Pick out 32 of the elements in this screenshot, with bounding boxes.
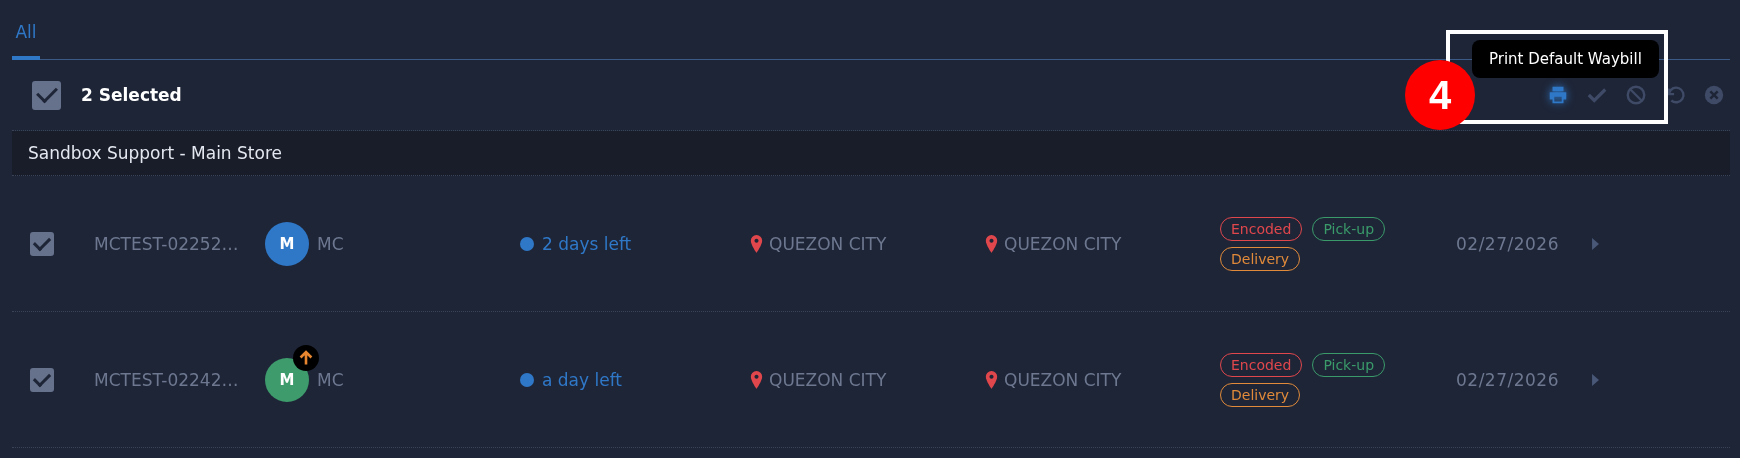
user-initials: MC — [317, 369, 344, 390]
order-id: MCTEST-02242… — [94, 369, 240, 390]
block-icon[interactable] — [1624, 83, 1648, 107]
caret-icon[interactable] — [1592, 373, 1599, 386]
avatar: M — [265, 221, 309, 266]
status-dot-icon — [520, 372, 534, 387]
origin-city: QUEZON CITY — [769, 369, 887, 390]
selected-count: 2 Selected — [81, 85, 182, 105]
location-pin-icon — [985, 370, 998, 389]
destination-city: QUEZON CITY — [1004, 369, 1122, 390]
date: 02/27/2026 — [1456, 369, 1560, 390]
caret-icon[interactable] — [1592, 237, 1599, 250]
destination-city: QUEZON CITY — [1004, 233, 1122, 254]
tab[interactable]: All — [12, 22, 40, 60]
due-text: 2 days left — [542, 233, 632, 254]
date: 02/27/2026 — [1456, 233, 1560, 254]
order-id: MCTEST-02252… — [94, 233, 240, 254]
status-dot-icon — [520, 236, 534, 251]
checkbox[interactable] — [30, 231, 54, 256]
checkbox[interactable] — [30, 367, 54, 392]
checkbox[interactable] — [32, 80, 61, 110]
user-initials: MC — [317, 233, 344, 254]
due-text: a day left — [542, 369, 623, 390]
store-name: Sandbox Support - Main Store — [28, 143, 282, 163]
cancel-icon[interactable] — [1702, 83, 1726, 107]
location-pin-icon — [750, 370, 763, 389]
location-pin-icon — [750, 234, 763, 253]
tooltip: Print Default Waybill — [1472, 40, 1659, 78]
avatar: M — [265, 357, 309, 402]
origin-city: QUEZON CITY — [769, 233, 887, 254]
step-marker: 4 — [1405, 60, 1475, 130]
location-pin-icon — [985, 234, 998, 253]
